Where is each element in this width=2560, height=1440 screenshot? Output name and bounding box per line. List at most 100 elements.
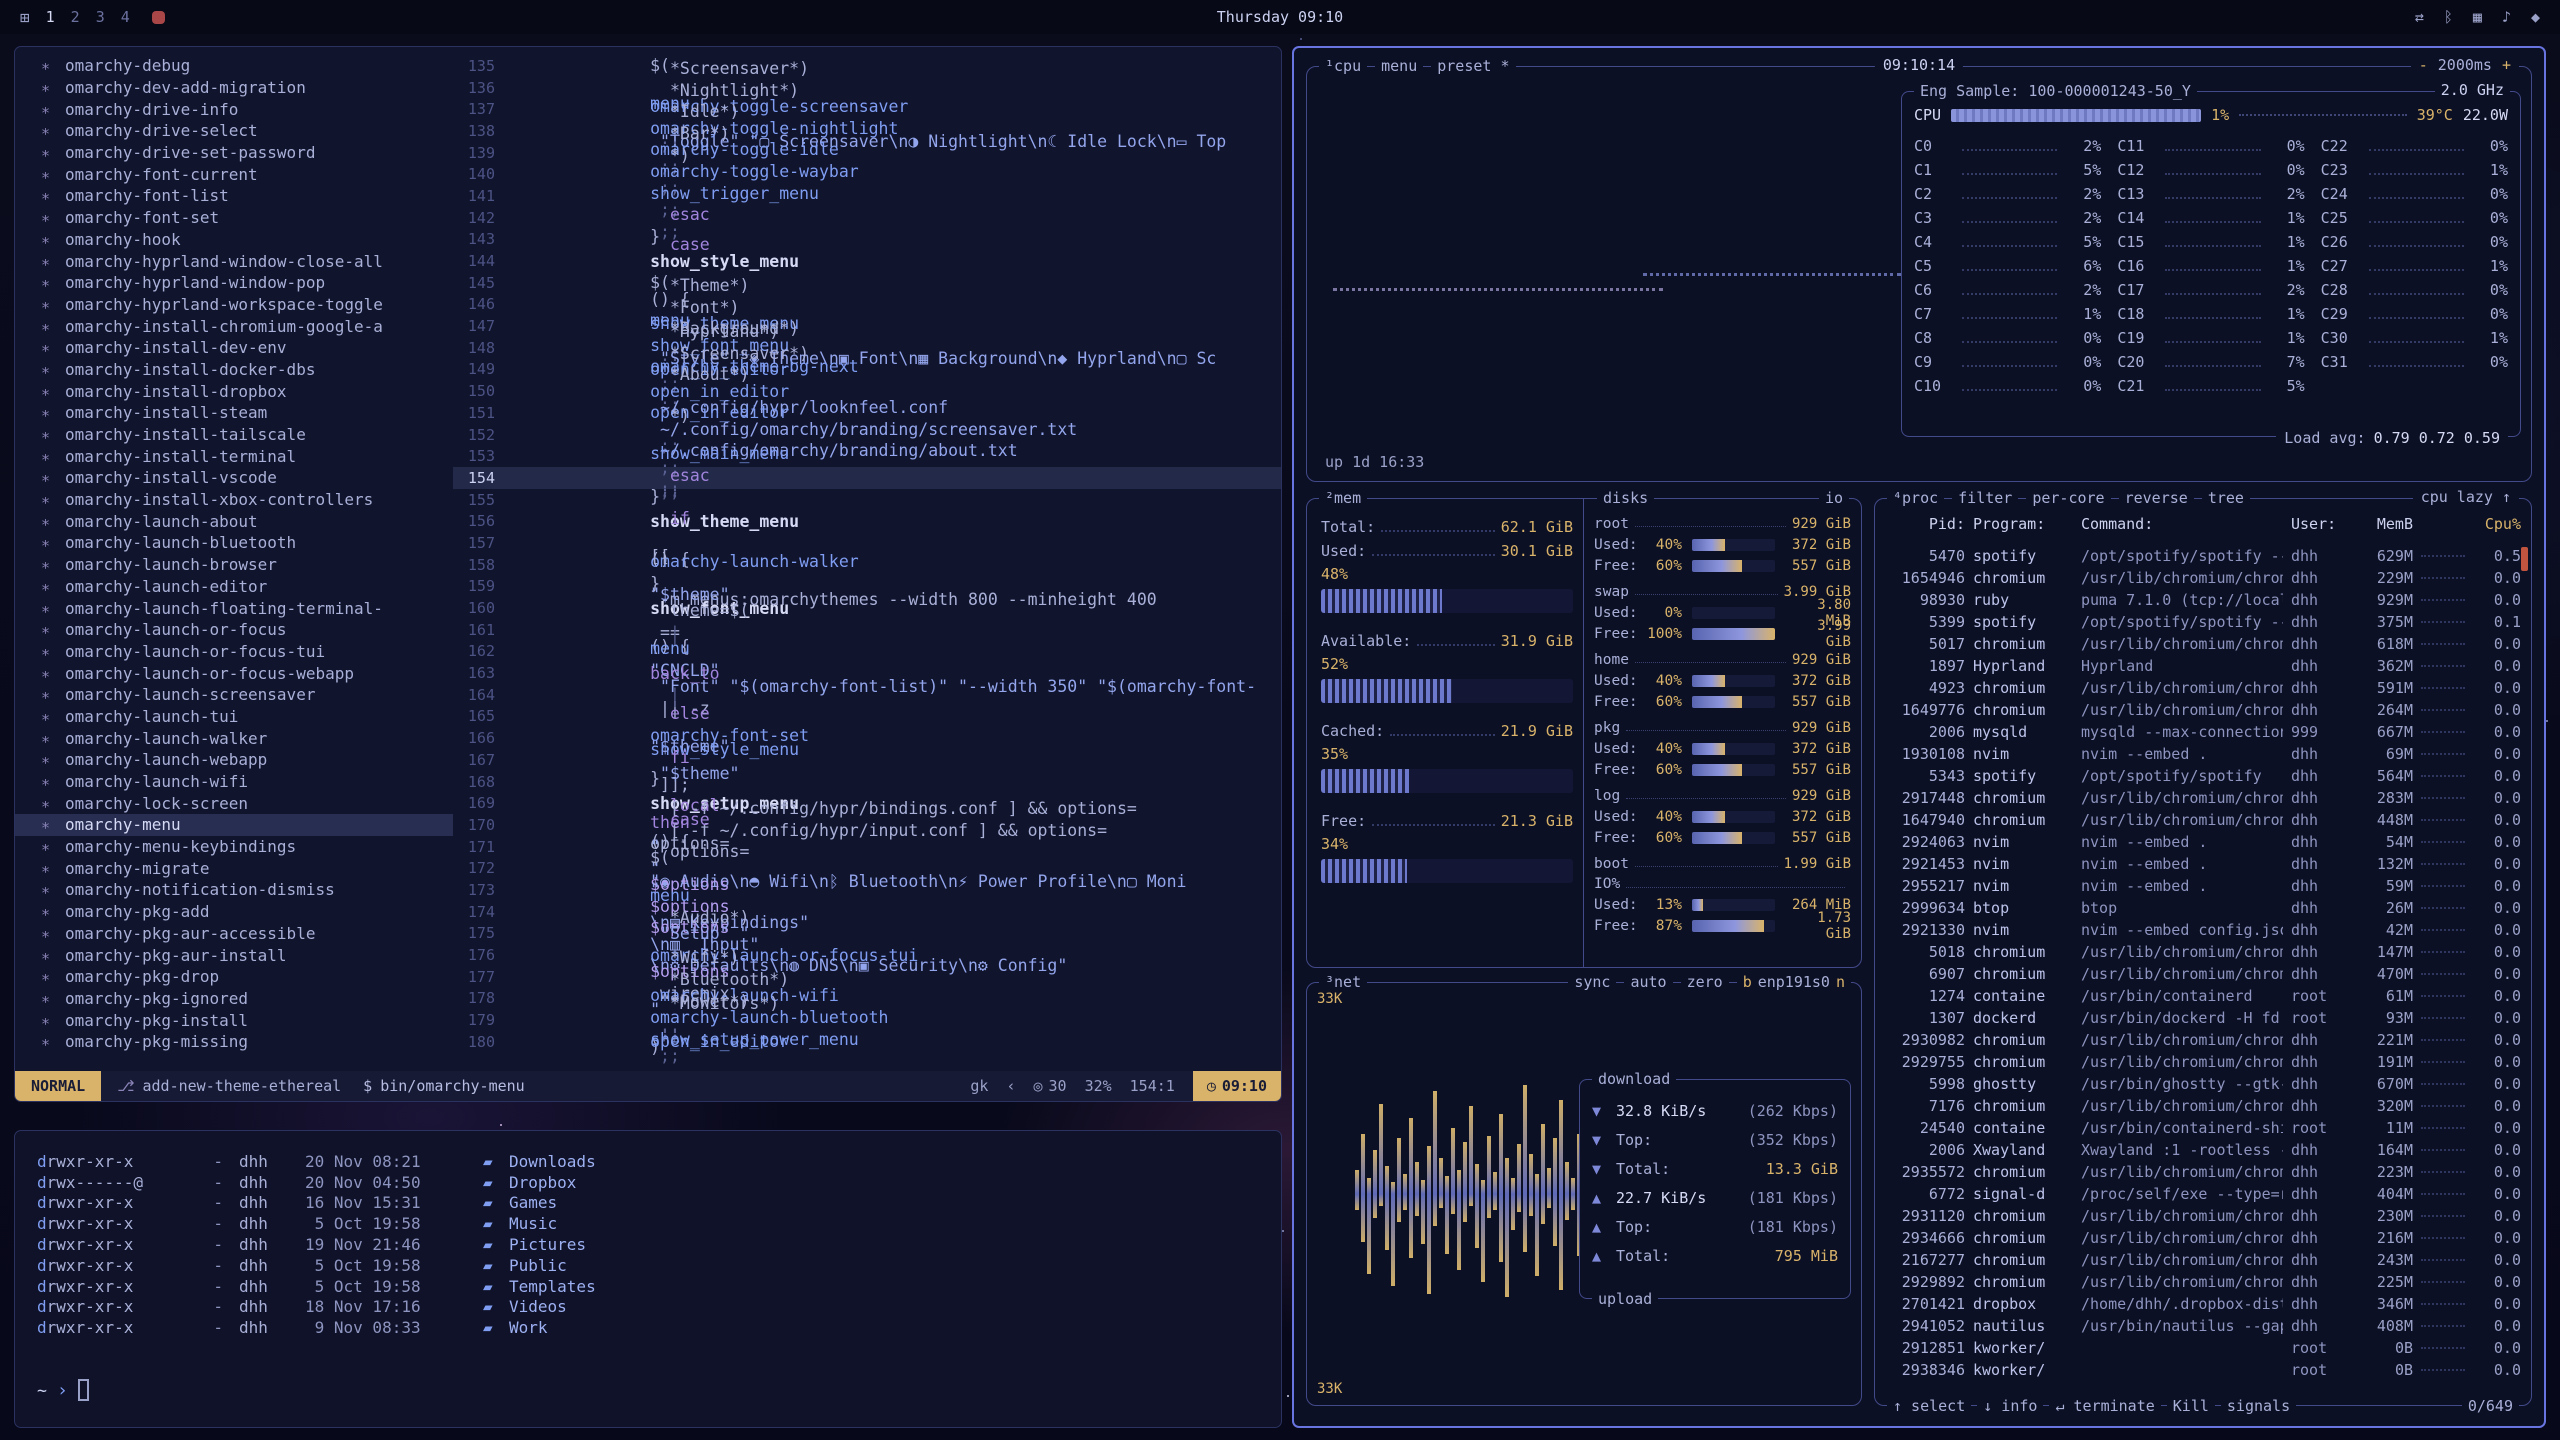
process-row[interactable]: 2006 Xwayland Xwayland :1 -rootless - dh… [1885, 1139, 2521, 1161]
proc-footer-button[interactable]: signals [2221, 1396, 2296, 1416]
header-command[interactable]: Command: [2081, 515, 2283, 533]
process-row[interactable]: 2921453 nvim nvim --embed . dhh 132M 0.0 [1885, 853, 2521, 875]
tray-icon[interactable]: ⇄ [2415, 8, 2424, 26]
file-item[interactable]: omarchy-font-list [15, 185, 453, 207]
proc-footer-button[interactable]: ↓ info [1977, 1396, 2043, 1416]
file-item[interactable]: omarchy-menu-keybindings [15, 836, 453, 858]
process-row[interactable]: 98930 ruby puma 7.1.0 (tcp://local dhh 9… [1885, 589, 2521, 611]
file-item[interactable]: omarchy-launch-browser [15, 554, 453, 576]
menu-button[interactable]: menu [1375, 56, 1423, 76]
file-item[interactable]: omarchy-install-steam [15, 402, 453, 424]
header-mem[interactable]: MemB [2355, 515, 2413, 533]
proc-tab[interactable]: per-core [2026, 488, 2110, 508]
header-program[interactable]: Program: [1973, 515, 2073, 533]
process-row[interactable]: 2938346 kworker/ root 0B 0.0 [1885, 1359, 2521, 1379]
process-row[interactable]: 1654946 chromium /usr/lib/chromium/chrom… [1885, 567, 2521, 589]
process-row[interactable]: 2929892 chromium /usr/lib/chromium/chrom… [1885, 1271, 2521, 1293]
proc-tab[interactable]: filter [1952, 488, 2018, 508]
interval-plus-button[interactable]: + [2502, 56, 2511, 74]
file-item[interactable]: omarchy-lock-screen [15, 792, 453, 814]
process-row[interactable]: 5017 chromium /usr/lib/chromium/chrom dh… [1885, 633, 2521, 655]
file-item[interactable]: omarchy-pkg-aur-install [15, 944, 453, 966]
file-item[interactable]: omarchy-launch-about [15, 510, 453, 532]
file-item[interactable]: omarchy-font-current [15, 163, 453, 185]
net-tab[interactable]: zero [1681, 972, 1729, 992]
process-row[interactable]: 2999634 btop btop dhh 26M 0.0 [1885, 897, 2521, 919]
file-item[interactable]: omarchy-menu [15, 814, 453, 836]
process-row[interactable]: 2006 mysqld mysqld --max-connection 999 … [1885, 721, 2521, 743]
file-item[interactable]: omarchy-launch-floating-terminal- [15, 597, 453, 619]
process-row[interactable]: 5998 ghostty /usr/bin/ghostty --gtk- dhh… [1885, 1073, 2521, 1095]
process-row[interactable]: 24540 containe /usr/bin/containerd-shi r… [1885, 1117, 2521, 1139]
file-item[interactable]: omarchy-hook [15, 229, 453, 251]
file-item[interactable]: omarchy-debug [15, 55, 453, 77]
file-item[interactable]: omarchy-drive-set-password [15, 142, 453, 164]
file-item[interactable]: omarchy-install-docker-dbs [15, 359, 453, 381]
process-row[interactable]: 2921330 nvim nvim --embed config.jso dhh… [1885, 919, 2521, 941]
file-item[interactable]: omarchy-launch-screensaver [15, 684, 453, 706]
file-item[interactable]: omarchy-dev-add-migration [15, 77, 453, 99]
file-item[interactable]: omarchy-pkg-add [15, 901, 453, 923]
file-item[interactable]: omarchy-pkg-aur-accessible [15, 923, 453, 945]
file-item[interactable]: omarchy-install-vscode [15, 467, 453, 489]
process-row[interactable]: 1649776 chromium /usr/lib/chromium/chrom… [1885, 699, 2521, 721]
process-row[interactable]: 2941052 nautilus /usr/bin/nautilus --gap… [1885, 1315, 2521, 1337]
file-item[interactable]: omarchy-launch-webapp [15, 749, 453, 771]
file-item[interactable]: omarchy-font-set [15, 207, 453, 229]
process-row[interactable]: 2931120 chromium /usr/lib/chromium/chrom… [1885, 1205, 2521, 1227]
file-item[interactable]: omarchy-install-dropbox [15, 380, 453, 402]
file-item[interactable]: omarchy-install-dev-env [15, 337, 453, 359]
file-item[interactable]: omarchy-hyprland-workspace-toggle [15, 294, 453, 316]
proc-tab[interactable]: tree [2202, 488, 2250, 508]
workspace-button[interactable]: 3 [96, 8, 105, 26]
workspace-button[interactable]: 1 [46, 8, 55, 26]
process-row[interactable]: 2912851 kworker/ root 0B 0.0 [1885, 1337, 2521, 1359]
file-item[interactable]: omarchy-install-xbox-controllers [15, 489, 453, 511]
process-row[interactable]: 5343 spotify /opt/spotify/spotify dhh 56… [1885, 765, 2521, 787]
process-row[interactable]: 2955217 nvim nvim --embed . dhh 59M 0.0 [1885, 875, 2521, 897]
shell-prompt[interactable]: ~ › [37, 1379, 89, 1401]
process-row[interactable]: 1897 Hyprland Hyprland dhh 362M 0.0 [1885, 655, 2521, 677]
sort-selector[interactable]: cpu lazy ↑ [2413, 488, 2519, 506]
net-interface[interactable]: b enp191s0 n [1737, 972, 1851, 992]
file-item[interactable]: omarchy-launch-or-focus-webapp [15, 662, 453, 684]
launcher-icon[interactable]: ⊞ [20, 8, 30, 27]
file-item[interactable]: omarchy-launch-wifi [15, 771, 453, 793]
process-row[interactable]: 5399 spotify /opt/spotify/spotify -- dhh… [1885, 611, 2521, 633]
proc-footer-button[interactable]: ↵ terminate [2049, 1396, 2160, 1416]
process-row[interactable]: 6772 signal-d /proc/self/exe --type=r dh… [1885, 1183, 2521, 1205]
file-item[interactable]: omarchy-launch-or-focus [15, 619, 453, 641]
tray-icon[interactable]: ◆ [2531, 8, 2540, 26]
tray-icon[interactable]: ᛒ [2444, 8, 2453, 26]
process-row[interactable]: 2930982 chromium /usr/lib/chromium/chrom… [1885, 1029, 2521, 1051]
file-item[interactable]: omarchy-launch-tui [15, 706, 453, 728]
io-tab[interactable]: io [1819, 488, 1849, 508]
tray-icon[interactable]: ♪ [2502, 8, 2511, 26]
file-item[interactable]: omarchy-launch-walker [15, 727, 453, 749]
process-row[interactable]: 5018 chromium /usr/lib/chromium/chrom dh… [1885, 941, 2521, 963]
process-row[interactable]: 4923 chromium /usr/lib/chromium/chrom dh… [1885, 677, 2521, 699]
file-item[interactable]: omarchy-launch-or-focus-tui [15, 641, 453, 663]
file-item[interactable]: omarchy-drive-select [15, 120, 453, 142]
workspace-button[interactable]: 2 [71, 8, 80, 26]
file-item[interactable]: omarchy-install-chromium-google-a [15, 315, 453, 337]
file-item[interactable]: omarchy-notification-dismiss [15, 879, 453, 901]
code-area[interactable]: 135 case $( menu "Toggle" "▢ Screensaver… [453, 47, 1281, 1071]
proc-footer-button[interactable]: ↑ select [1887, 1396, 1971, 1416]
process-row[interactable]: 2934666 chromium /usr/lib/chromium/chrom… [1885, 1227, 2521, 1249]
file-item[interactable]: omarchy-migrate [15, 857, 453, 879]
process-row[interactable]: 5470 spotify /opt/spotify/spotify -- dhh… [1885, 545, 2521, 567]
header-cpu[interactable]: Cpu% [2473, 515, 2521, 533]
process-row[interactable]: 2935572 chromium /usr/lib/chromium/chrom… [1885, 1161, 2521, 1183]
file-item[interactable]: omarchy-install-tailscale [15, 424, 453, 446]
file-item[interactable]: omarchy-drive-info [15, 98, 453, 120]
process-row[interactable]: 7176 chromium /usr/lib/chromium/chrom dh… [1885, 1095, 2521, 1117]
process-row[interactable]: 2701421 dropbox /home/dhh/.dropbox-dist … [1885, 1293, 2521, 1315]
scrollbar-thumb[interactable] [2521, 547, 2528, 571]
interval-minus-button[interactable]: - [2419, 56, 2428, 74]
file-item[interactable]: omarchy-pkg-missing [15, 1031, 453, 1053]
file-item[interactable]: omarchy-pkg-install [15, 1009, 453, 1031]
proc-footer-button[interactable]: Kill [2167, 1396, 2215, 1416]
file-item[interactable]: omarchy-pkg-ignored [15, 988, 453, 1010]
file-item[interactable]: omarchy-launch-bluetooth [15, 532, 453, 554]
